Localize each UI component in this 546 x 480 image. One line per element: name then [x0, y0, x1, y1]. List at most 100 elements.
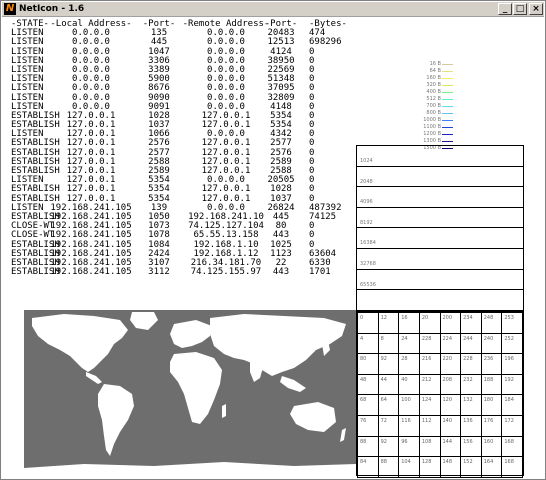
port-grid-row: 84 88 104 128 148 152 164 168 [357, 456, 523, 478]
port-grid-cell: 68 [357, 394, 379, 416]
legend-item: 400 B [399, 89, 453, 96]
legend-item: 64 B [399, 68, 453, 75]
legend-swatch [442, 141, 453, 142]
port-grid-cell: 244 [460, 332, 482, 355]
scale-row: 4096 [357, 187, 523, 208]
port-grid-cell: 124 [418, 394, 441, 416]
port-grid-cell: 228 [460, 353, 482, 375]
table-row: LISTEN 0.0.0.0 135 0.0.0.0 20483 474 [7, 28, 352, 38]
landmass-india [250, 362, 264, 382]
legend-item: 1000 B [399, 117, 453, 124]
legend-item: 700 B [399, 103, 453, 110]
legend-item: 1300 B [399, 138, 453, 145]
port-grid-cell: 0 [357, 312, 379, 334]
port-grid-cell: 40 [398, 373, 420, 396]
port-grid-cell: 156 [460, 435, 482, 458]
landmass-australia [290, 402, 336, 432]
port-grid-cell: 140 [439, 414, 462, 437]
legend-item: 160 B [399, 75, 453, 82]
port-grid-cell: 92 [377, 435, 400, 458]
port-grid-cell: 76 [357, 414, 379, 437]
maximize-button[interactable]: □ [513, 3, 527, 15]
port-grid-cell: 152 [460, 456, 482, 478]
scale-row: 1024 [357, 146, 523, 167]
close-button[interactable]: × [529, 3, 543, 15]
cell-remote-port: 443 [272, 267, 290, 278]
landmass-north-america [32, 314, 128, 372]
scale-row: 8192 [357, 208, 523, 229]
port-grid-cell: 112 [418, 414, 441, 437]
port-grid-cell: 236 [480, 353, 503, 375]
port-grid-row: 76 72 116 112 140 136 176 172 [357, 414, 523, 437]
world-map [24, 310, 356, 476]
port-grid-cell: 192 [501, 373, 523, 396]
port-grid-cell: 100 [398, 394, 420, 416]
landmass-central-america [86, 372, 102, 384]
port-grid-cell: 44 [377, 373, 400, 396]
legend-label: 1100 B [423, 124, 441, 130]
port-grid-cell: 200 [439, 312, 462, 334]
port-grid-cell: 220 [439, 353, 462, 375]
world-map-svg [24, 312, 356, 476]
scale-label: 8192 [360, 219, 373, 226]
titlebar[interactable]: N NetIcon - 1.6 _ □ × [2, 2, 544, 17]
port-grid-cell: 164 [480, 456, 503, 478]
legend-label: 1200 B [423, 131, 441, 137]
port-grid-cell: 148 [439, 456, 462, 478]
legend-swatch [442, 92, 453, 93]
landmass-south-america [98, 384, 134, 456]
port-grid: 0 12 16 20 200 234 248 253 4 8 24 228 224 244 240 252 80… [357, 312, 523, 478]
table-row: ESTABLISH 127.0.0.1 1037 127.0.0.1 5354 0 [7, 120, 352, 130]
landmass-antarctica [24, 462, 356, 476]
connection-table: -STATE- -Local Address- -Port- -Remote A… [7, 19, 352, 278]
port-grid-cell: 64 [377, 394, 400, 416]
port-grid-cell: 196 [501, 353, 523, 375]
port-grid-cell: 212 [418, 373, 441, 396]
port-grid-cell: 48 [357, 373, 379, 396]
legend-label: 400 B [426, 89, 441, 95]
legend-label: 1000 B [423, 117, 441, 123]
legend-swatch [442, 85, 453, 86]
legend-item: 1200 B [399, 131, 453, 138]
port-grid-panel: 0 12 16 20 200 234 248 253 4 8 24 228 224 244 240 252 80… [356, 311, 524, 478]
legend-label: 160 B [426, 75, 441, 81]
port-grid-cell: 16 [398, 312, 420, 334]
port-grid-cell: 224 [439, 332, 462, 355]
legend-label: 320 B [426, 82, 441, 88]
table-row: ESTABLISH 127.0.0.1 2589 127.0.0.1 2588 0 [7, 166, 352, 176]
port-grid-row: 68 64 100 124 120 132 180 184 [357, 394, 523, 416]
minimize-button[interactable]: _ [498, 3, 512, 15]
port-grid-cell: 12 [377, 312, 400, 334]
table-row: LISTEN 0.0.0.0 445 0.0.0.0 12513 698296 [7, 38, 352, 47]
port-grid-row: 4 8 24 228 224 244 240 252 [357, 332, 523, 355]
legend-label: 64 B [429, 68, 441, 74]
port-grid-cell: 132 [460, 394, 482, 416]
port-grid-cell: 104 [398, 456, 420, 478]
app-icon: N [4, 3, 16, 15]
legend-item: 320 B [399, 82, 453, 89]
scale-label: 32768 [360, 260, 376, 267]
landmass-southeast-asia [280, 376, 306, 392]
traffic-scale-panel: 1024 2048 4096 8192 16384 32768 65536 [356, 145, 524, 311]
table-row: LISTEN 0.0.0.0 5900 0.0.0.0 51348 0 [7, 74, 352, 84]
legend-item: 1100 B [399, 124, 453, 131]
port-grid-cell: 128 [418, 456, 441, 478]
legend-item: 800 B [399, 110, 453, 117]
port-grid-row: 80 92 28 216 220 228 236 196 [357, 353, 523, 375]
legend-swatch [442, 134, 453, 135]
port-grid-cell: 116 [398, 414, 420, 437]
port-grid-cell: 108 [418, 435, 441, 458]
port-grid-cell: 88 [357, 435, 379, 458]
port-grid-cell: 28 [398, 353, 420, 375]
legend-swatch [442, 71, 453, 72]
legend-swatch [442, 113, 453, 114]
port-grid-cell: 184 [501, 394, 523, 416]
table-row: LISTEN 0.0.0.0 3306 0.0.0.0 38950 0 [7, 56, 352, 66]
port-grid-cell: 180 [480, 394, 503, 416]
legend-swatch [442, 78, 453, 79]
window-title: NetIcon - 1.6 [19, 4, 85, 14]
scale-row: 2048 [357, 167, 523, 188]
port-grid-cell: 92 [377, 353, 400, 375]
port-grid-cell: 232 [460, 373, 482, 396]
table-row: ESTABLISH 192.168.241.105 3112 74.125.155.9… [7, 267, 352, 278]
